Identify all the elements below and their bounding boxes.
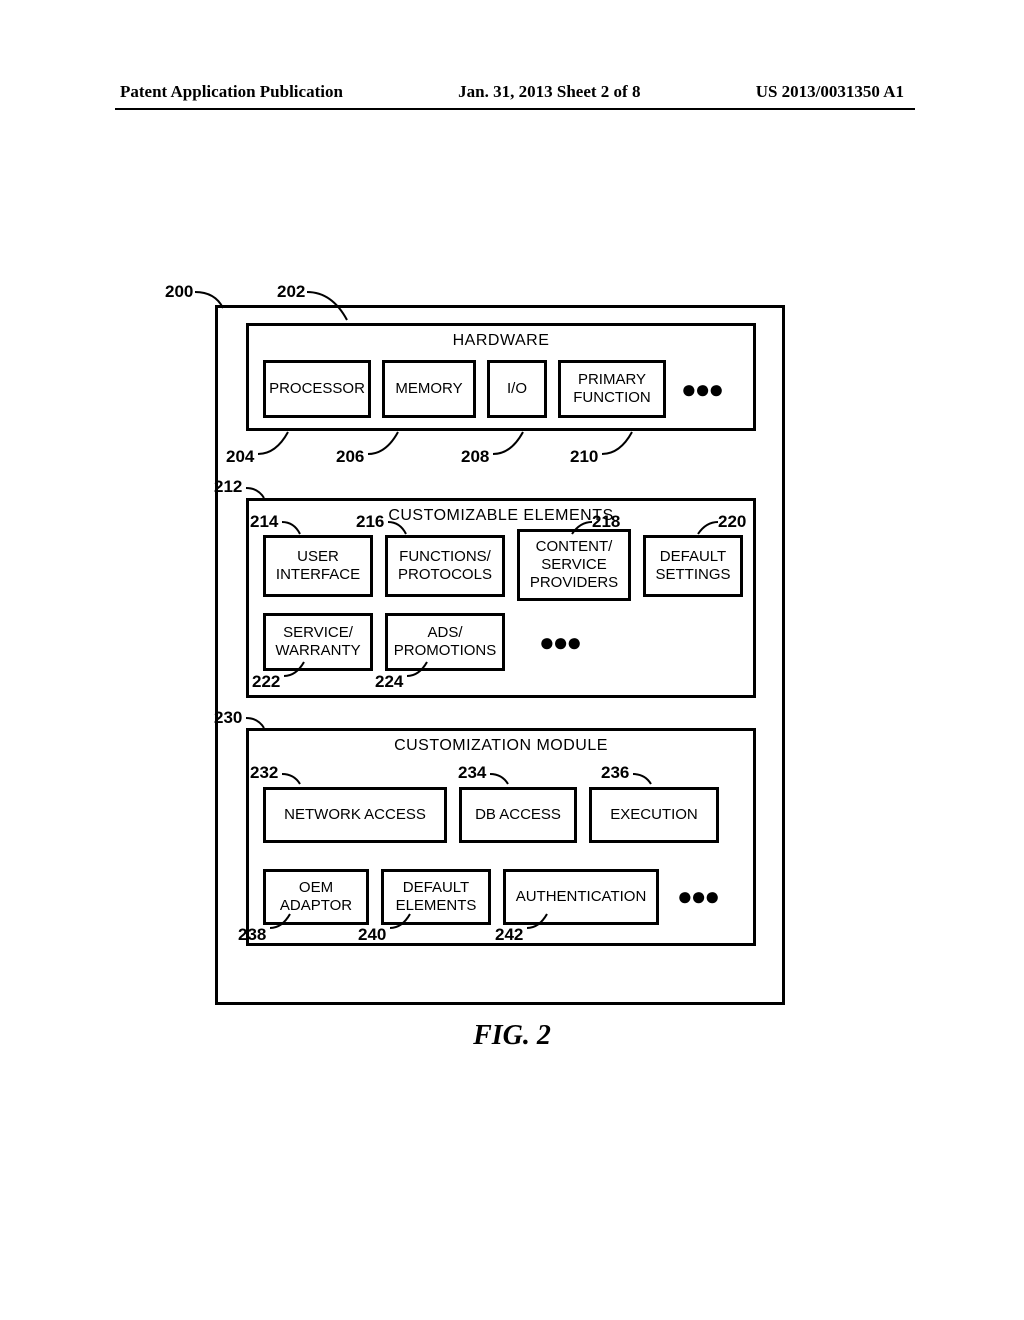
content-providers-label: CONTENT/ SERVICE PROVIDERS	[530, 538, 618, 592]
network-access-cell: NETWORK ACCESS	[263, 787, 447, 843]
figure-caption: FIG. 2	[0, 1020, 1024, 1052]
default-settings-label: DEFAULT SETTINGS	[655, 548, 730, 584]
default-elements-label: DEFAULT ELEMENTS	[396, 879, 477, 915]
primary-function-cell: PRIMARY FUNCTION	[558, 360, 666, 418]
customization-module-section: CUSTOMIZATION MODULE NETWORK ACCESS DB A…	[246, 728, 756, 946]
device-box-200: HARDWARE PROCESSOR MEMORY I/O PRIMARY FU…	[215, 305, 785, 1005]
ref-202: 202	[277, 282, 305, 302]
execution-cell: EXECUTION	[589, 787, 719, 843]
ellipsis-icon: ●●●	[681, 374, 722, 405]
service-warranty-cell: SERVICE/ WARRANTY	[263, 613, 373, 671]
default-elements-cell: DEFAULT ELEMENTS	[381, 869, 491, 925]
user-interface-cell: USER INTERFACE	[263, 535, 373, 597]
header-rule	[115, 108, 915, 110]
header-right: US 2013/0031350 A1	[756, 82, 904, 102]
authentication-cell: AUTHENTICATION	[503, 869, 659, 925]
user-interface-label: USER INTERFACE	[276, 548, 360, 584]
ellipsis-icon: ●●●	[539, 627, 580, 658]
processor-label: PROCESSOR	[269, 380, 365, 398]
ref-200: 200	[165, 282, 193, 302]
header-center: Jan. 31, 2013 Sheet 2 of 8	[458, 82, 640, 102]
db-access-label: DB ACCESS	[475, 806, 561, 824]
hardware-title: HARDWARE	[249, 332, 753, 350]
content-providers-cell: CONTENT/ SERVICE PROVIDERS	[517, 529, 631, 601]
primary-function-label: PRIMARY FUNCTION	[573, 371, 651, 407]
hardware-section: HARDWARE PROCESSOR MEMORY I/O PRIMARY FU…	[246, 323, 756, 431]
oem-adaptor-cell: OEM ADAPTOR	[263, 869, 369, 925]
service-warranty-label: SERVICE/ WARRANTY	[275, 624, 360, 660]
execution-label: EXECUTION	[610, 806, 698, 824]
memory-label: MEMORY	[395, 380, 462, 398]
figure-2-diagram: 200 202 204 206 208 210 212 214 216 218 …	[0, 280, 1024, 1060]
authentication-label: AUTHENTICATION	[516, 888, 647, 906]
header-left: Patent Application Publication	[120, 82, 343, 102]
network-access-label: NETWORK ACCESS	[284, 806, 426, 824]
oem-adaptor-label: OEM ADAPTOR	[280, 879, 352, 915]
customization-module-title: CUSTOMIZATION MODULE	[249, 737, 753, 755]
ads-promotions-cell: ADS/ PROMOTIONS	[385, 613, 505, 671]
processor-cell: PROCESSOR	[263, 360, 371, 418]
memory-cell: MEMORY	[382, 360, 476, 418]
customizable-title: CUSTOMIZABLE ELEMENTS	[249, 507, 753, 525]
functions-protocols-cell: FUNCTIONS/ PROTOCOLS	[385, 535, 505, 597]
io-label: I/O	[507, 380, 527, 398]
customizable-section: CUSTOMIZABLE ELEMENTS USER INTERFACE FUN…	[246, 498, 756, 698]
ellipsis-icon: ●●●	[677, 881, 718, 912]
page-header: Patent Application Publication Jan. 31, …	[0, 82, 1024, 102]
ads-promotions-label: ADS/ PROMOTIONS	[394, 624, 497, 660]
db-access-cell: DB ACCESS	[459, 787, 577, 843]
default-settings-cell: DEFAULT SETTINGS	[643, 535, 743, 597]
functions-protocols-label: FUNCTIONS/ PROTOCOLS	[398, 548, 492, 584]
io-cell: I/O	[487, 360, 547, 418]
